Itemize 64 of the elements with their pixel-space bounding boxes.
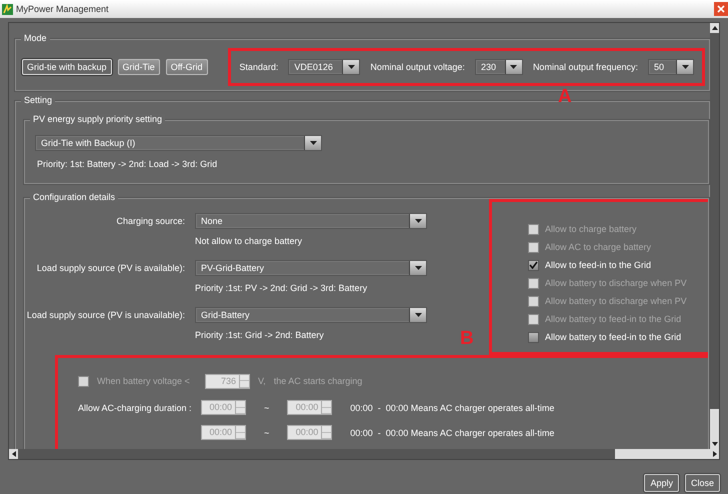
field-label: Nominal output frequency: xyxy=(532,62,638,72)
unit-label: V, xyxy=(258,376,266,386)
caret-icon xyxy=(409,261,426,275)
field-label: Nominal output voltage: xyxy=(370,62,465,72)
caret-icon xyxy=(676,60,693,74)
field-label: Load supply source (PV is available): xyxy=(36,263,185,273)
checkbox[interactable] xyxy=(528,260,539,270)
dialog-button[interactable]: Close xyxy=(684,474,720,492)
field-label: Allow AC-charging duration : xyxy=(78,402,193,412)
checkbox-label: Allow battery to feed-in to the Grid xyxy=(545,314,682,324)
dropdown[interactable]: Grid-Battery xyxy=(195,307,427,323)
group-title: Configuration details xyxy=(30,192,118,202)
dropdown[interactable]: PV-Grid-Battery xyxy=(195,260,427,276)
app-logo-icon xyxy=(2,4,13,14)
caret-icon xyxy=(504,60,522,74)
caret-icon xyxy=(304,136,321,150)
window-title: MyPower Management xyxy=(16,4,110,14)
dialog-button[interactable]: Apply xyxy=(644,474,679,492)
tilde-separator: ~ xyxy=(264,428,270,438)
hint-text: 00:00 - 00:00 Means AC charger operates all-time xyxy=(350,402,554,412)
scroll-right-icon[interactable] xyxy=(712,451,716,457)
caret-icon xyxy=(409,214,426,228)
scroll-down-icon[interactable] xyxy=(712,442,718,446)
field-label: When battery voltage < xyxy=(97,376,191,386)
priority-text: Priority :1st: PV -> 2nd: Grid -> 3rd: Battery xyxy=(195,282,368,295)
checkbox-label: Allow battery to discharge when PV xyxy=(545,278,687,288)
scrollbar[interactable] xyxy=(710,23,719,449)
dropdown[interactable]: None xyxy=(195,213,427,229)
checkbox[interactable] xyxy=(528,332,539,342)
field-label: Charging source: xyxy=(115,216,185,226)
mode-button[interactable]: Off-Grid xyxy=(166,59,208,75)
group-title: Setting xyxy=(21,95,56,105)
checkbox-label: Allow to charge battery xyxy=(545,224,637,234)
priority-text: Priority :1st: Grid -> 2nd: Battery xyxy=(195,329,324,342)
checkbox-label: Allow AC to charge battery xyxy=(545,242,652,252)
group-title: Mode xyxy=(21,33,50,43)
scroll-thumb[interactable] xyxy=(615,449,710,459)
scroll-thumb[interactable] xyxy=(710,409,719,439)
annotation-label: A xyxy=(558,86,572,108)
checkbox-label: Allow battery to feed-in to the Grid xyxy=(545,332,682,342)
dropdown[interactable]: VDE0126 xyxy=(288,59,360,75)
annotation-label: B xyxy=(460,328,474,350)
priority-text: Not allow to charge battery xyxy=(195,235,302,248)
dropdown[interactable]: 230 xyxy=(474,59,523,75)
hint-text: 00:00 - 00:00 Means AC charger operates all-time xyxy=(350,428,554,438)
scrollbar[interactable] xyxy=(9,449,719,459)
mode-button[interactable]: Grid-tie with backup xyxy=(22,59,112,75)
field-label: the AC starts charging xyxy=(274,376,362,386)
caret-icon xyxy=(342,60,360,74)
scroll-up-icon[interactable] xyxy=(712,26,718,30)
checkbox-label: Allow battery to discharge when PV xyxy=(545,296,687,306)
scroll-left-icon[interactable] xyxy=(12,451,16,457)
field-label: Standard: xyxy=(239,62,278,72)
group-title: PV energy supply priority setting xyxy=(30,114,166,124)
mode-button[interactable]: Grid-Tie xyxy=(118,59,160,75)
close-button[interactable] xyxy=(714,2,728,16)
caret-icon xyxy=(409,308,426,322)
tilde-separator: ~ xyxy=(264,402,270,412)
field-label: Load supply source (PV is unavailable): xyxy=(26,310,185,320)
checkbox-label: Allow to feed-in to the Grid xyxy=(545,260,652,270)
close-icon xyxy=(717,5,725,13)
dropdown[interactable]: 50 xyxy=(648,59,694,75)
dropdown[interactable]: Grid-Tie with Backup (I) xyxy=(35,135,322,151)
priority-text: Priority: 1st: Battery -> 2nd: Load -> 3rd: Grid xyxy=(36,158,218,171)
